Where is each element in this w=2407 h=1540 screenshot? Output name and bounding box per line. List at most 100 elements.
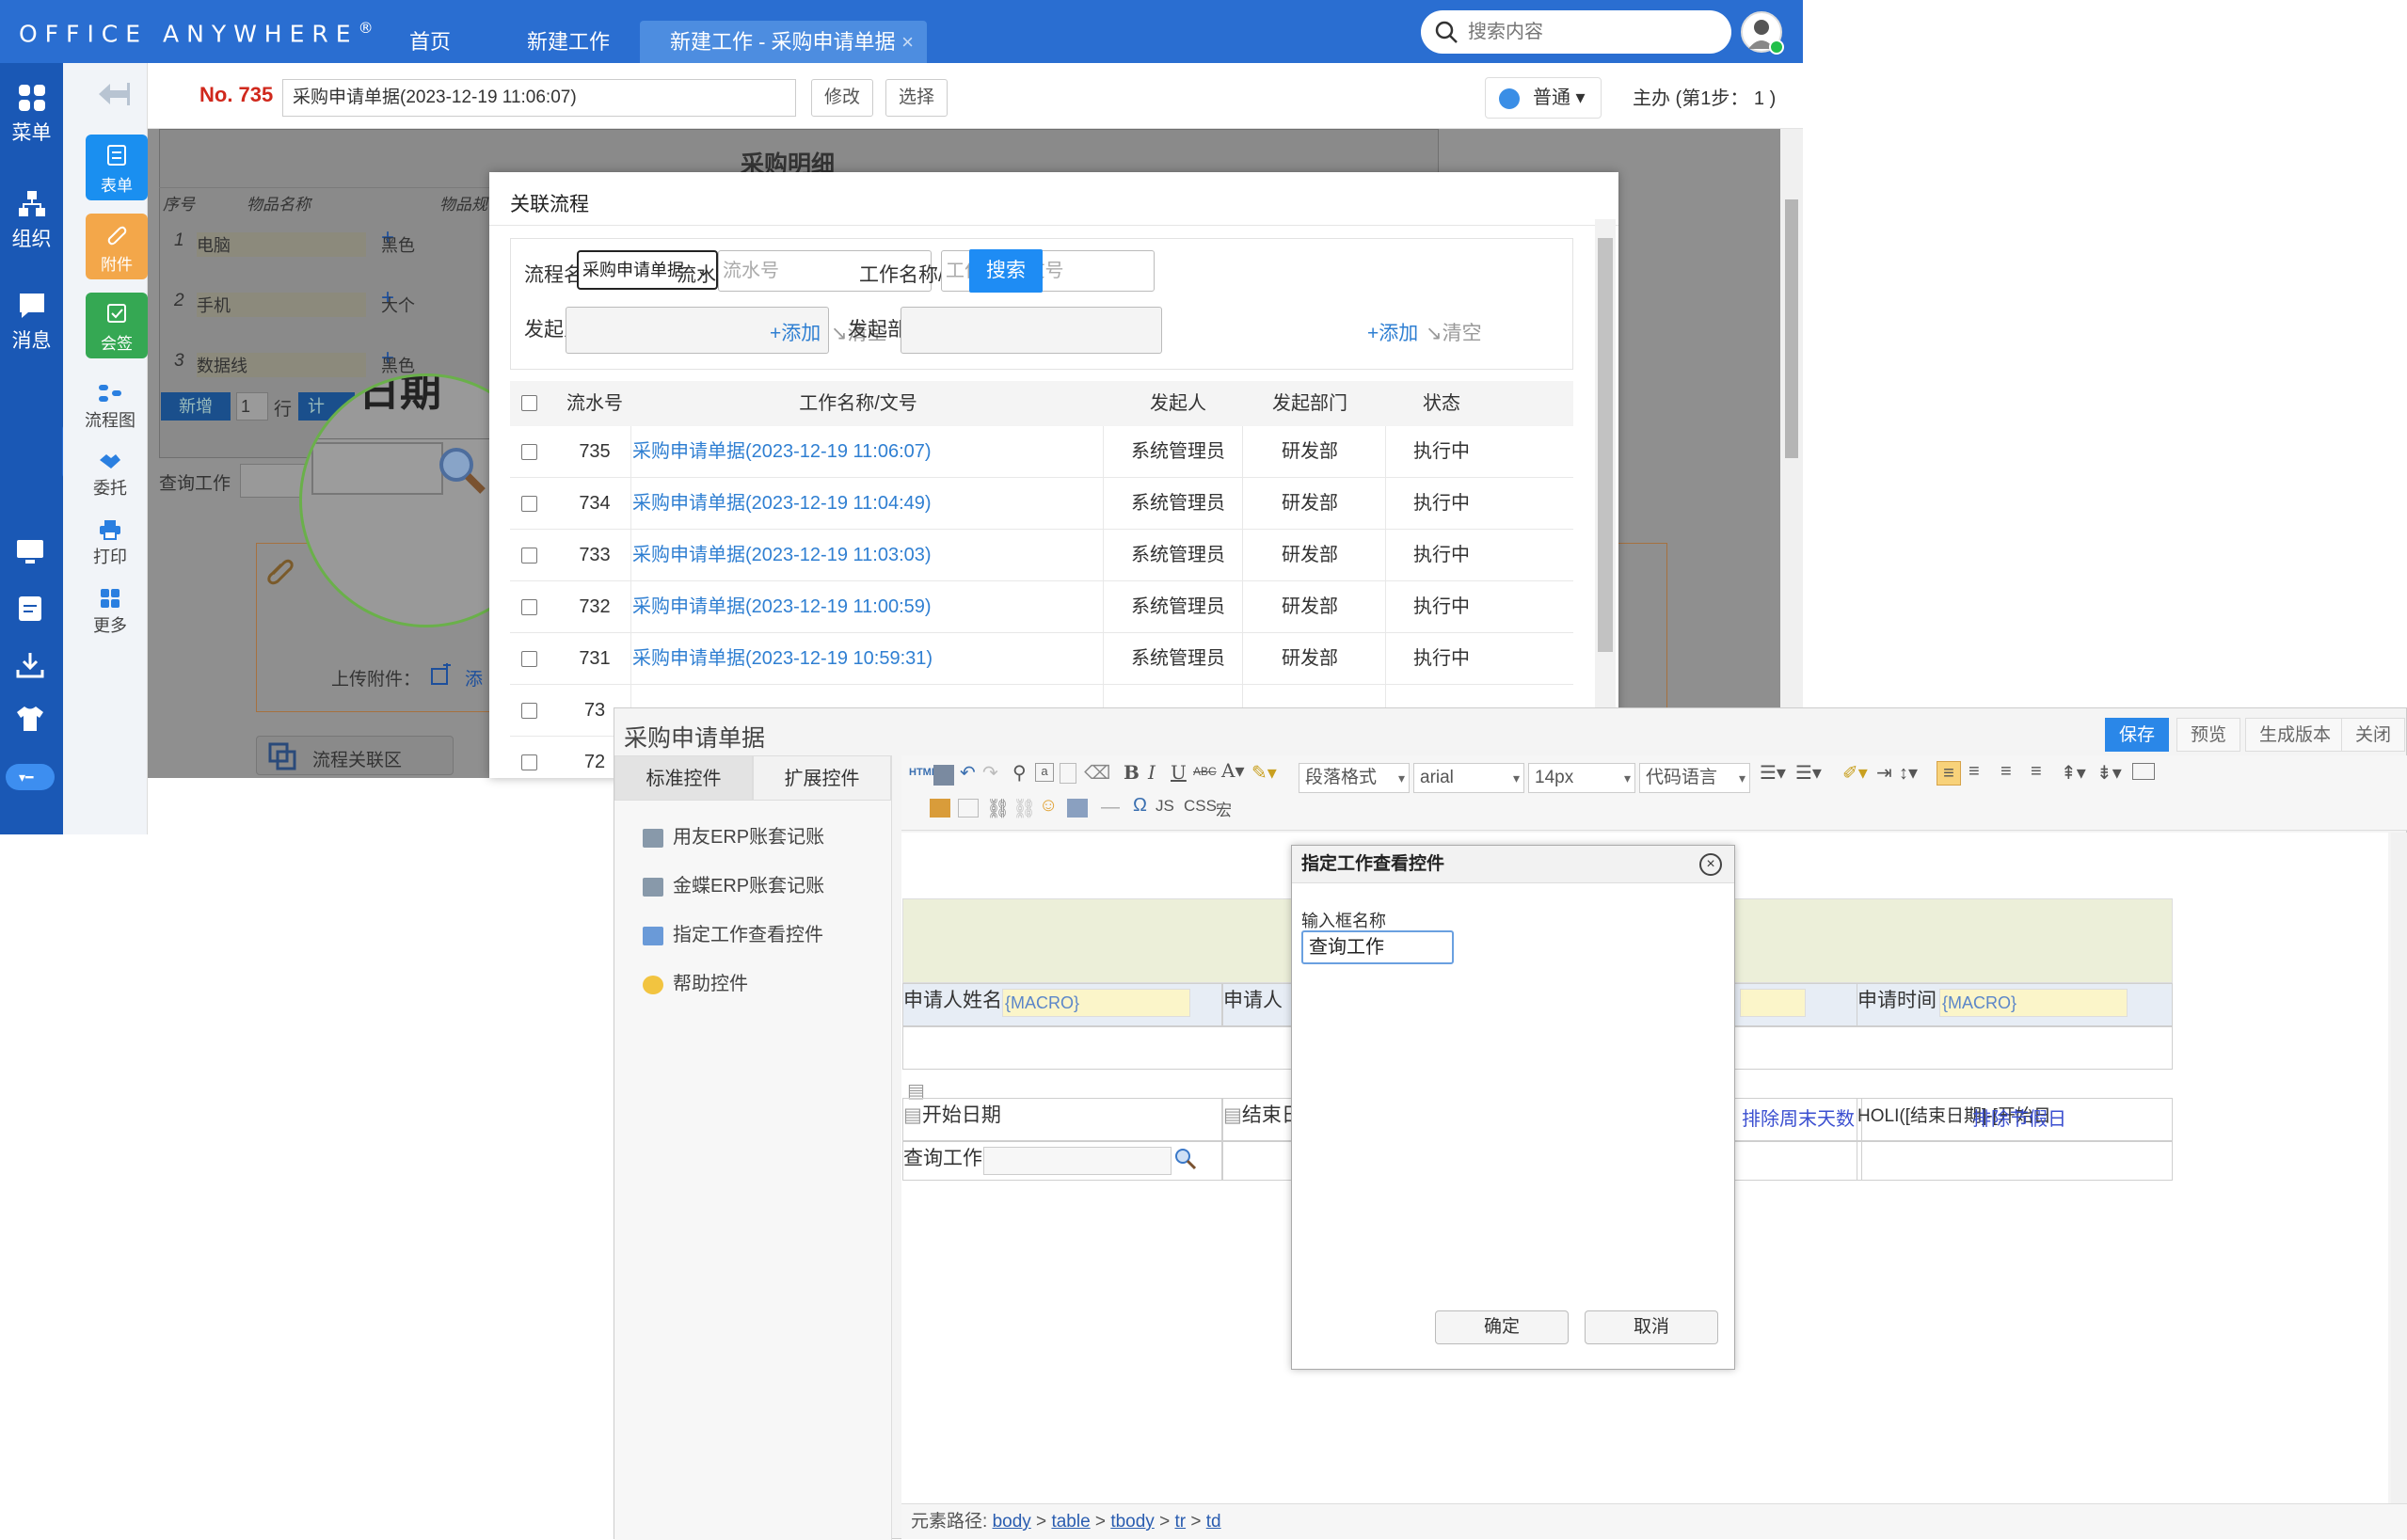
print-item[interactable]: 打印 [72, 519, 148, 568]
font-color-icon[interactable]: A▾ [1221, 759, 1244, 782]
exclude-weekend-field[interactable]: 排除周末天数 [1742, 1103, 1855, 1131]
flowchart-item[interactable]: 流程图 [72, 383, 148, 432]
control-work-view[interactable]: 指定工作查看控件 [643, 919, 823, 946]
link-icon[interactable]: ⛓ [986, 797, 1010, 820]
modal-search-button[interactable]: 搜索 [969, 249, 1043, 293]
dept-clear-link[interactable]: ↘清空 [1426, 318, 1482, 346]
close-button[interactable]: 关闭 [2341, 718, 2406, 752]
strikethrough-icon[interactable]: ABC [1193, 765, 1217, 778]
work-title-field[interactable]: 采购申请单据(2023-12-19 11:06:07) [282, 79, 796, 117]
horizontal-rule-icon[interactable]: — [1101, 797, 1120, 818]
save-icon[interactable] [933, 765, 954, 786]
cell-work-name-link[interactable]: 采购申请单据(2023-12-19 11:04:49) [632, 478, 1084, 530]
row-spacing-top-icon[interactable]: ⇞▾ [2061, 761, 2086, 785]
control-kingdee-erp[interactable]: 金蝶ERP账套记账 [643, 870, 824, 897]
path-td[interactable]: td [1206, 1512, 1221, 1532]
dept-add-link[interactable]: +添加 [1367, 318, 1418, 346]
select-all-checkbox[interactable] [521, 395, 537, 411]
more-item[interactable]: 更多 [72, 588, 148, 637]
font-family-select[interactable]: arial [1413, 763, 1524, 793]
control-help[interactable]: 帮助控件 [643, 968, 748, 995]
search-input[interactable] [1468, 18, 1713, 46]
bold-icon[interactable]: B [1124, 761, 1140, 784]
attachment-button[interactable]: 附件 [86, 214, 148, 279]
preview-button[interactable]: 预览 [2176, 718, 2241, 752]
ordered-list-icon[interactable]: ☰▾ [1760, 761, 1786, 785]
paste-icon[interactable] [1060, 763, 1076, 784]
download-icon[interactable] [15, 651, 45, 679]
search-box[interactable] [1421, 10, 1731, 54]
path-tbody[interactable]: tbody [1110, 1512, 1154, 1532]
cell-work-name-link[interactable]: 采购申请单据(2023-12-19 10:59:31) [632, 633, 1084, 685]
control-yonyou-erp[interactable]: 用友ERP账套记账 [643, 821, 824, 849]
table-row[interactable]: 734 采购申请单据(2023-12-19 11:04:49) 系统管理员 研发部 执行… [510, 478, 1573, 530]
priority-dropdown[interactable]: 普通 ▾ [1485, 77, 1602, 119]
undo-icon[interactable]: ↶ [960, 761, 976, 785]
main-scrollbar[interactable] [1780, 129, 1803, 778]
ok-button[interactable]: 确定 [1435, 1310, 1569, 1344]
select-button[interactable]: 选择 [885, 79, 948, 117]
table-row[interactable]: 735 采购申请单据(2023-12-19 11:06:07) 系统管理员 研发部 执行… [510, 426, 1573, 478]
emoji-icon[interactable]: ☺ [1039, 795, 1058, 817]
find-icon[interactable]: ⚲ [1012, 761, 1027, 785]
countersign-button[interactable]: 会签 [86, 293, 148, 358]
close-icon[interactable]: × [1699, 853, 1722, 876]
tab-extended-controls[interactable]: 扩展控件 [753, 755, 891, 801]
cell-empty[interactable] [1857, 1141, 2173, 1181]
insert-image-icon[interactable] [930, 799, 950, 818]
insert-table-icon[interactable] [958, 799, 979, 818]
query-work-input[interactable] [983, 1147, 1172, 1175]
align-right-icon[interactable]: ≡ [2001, 761, 2012, 783]
path-table[interactable]: table [1051, 1512, 1090, 1532]
text-icon[interactable]: a [1035, 763, 1054, 782]
row-checkbox[interactable] [521, 444, 537, 460]
redo-icon[interactable]: ↷ [982, 761, 998, 785]
tab-active-work[interactable]: 新建工作 - 采购申请单据 × [640, 21, 927, 63]
exclude-holiday-field[interactable]: 排除节假日 [1972, 1103, 2066, 1131]
row-checkbox[interactable] [521, 754, 537, 770]
row-checkbox[interactable] [521, 651, 537, 667]
align-left-icon[interactable]: ≡ [1937, 761, 1961, 786]
editor-scrollbar[interactable] [2391, 833, 2407, 1505]
image-icon[interactable] [2132, 763, 2155, 780]
cancel-button[interactable]: 取消 [1585, 1310, 1718, 1344]
tab-close-icon[interactable]: × [901, 21, 914, 63]
collapse-arrow-icon[interactable] [97, 80, 131, 108]
row-checkbox[interactable] [521, 703, 537, 719]
unordered-list-icon[interactable]: ☰▾ [1795, 761, 1822, 785]
cell-work-name-link[interactable]: 采购申请单据(2023-12-19 11:06:07) [632, 426, 1084, 478]
macro-field[interactable] [1740, 989, 1806, 1017]
table-row[interactable]: 733 采购申请单据(2023-12-19 11:03:03) 系统管理员 研发部 执行… [510, 530, 1573, 581]
table-row[interactable]: 732 采购申请单据(2023-12-19 11:00:59) 系统管理员 研发部 执行… [510, 581, 1573, 633]
shirt-icon[interactable] [15, 705, 45, 733]
font-size-select[interactable]: 14px [1528, 763, 1635, 793]
dept-field[interactable] [901, 307, 1162, 354]
sidebar-item-menu[interactable]: 菜单 [0, 84, 63, 146]
align-center-icon[interactable]: ≡ [1969, 761, 1980, 783]
sidebar-item-message[interactable]: 消息 [0, 292, 63, 354]
eraser-icon[interactable]: ⌫ [1084, 761, 1110, 785]
special-char-icon[interactable]: Ω [1133, 795, 1147, 817]
row-spacing-bottom-icon[interactable]: ⇟▾ [2096, 761, 2122, 785]
row-checkbox[interactable] [521, 496, 537, 512]
table-row[interactable]: 731 采购申请单据(2023-12-19 10:59:31) 系统管理员 研发部 执行… [510, 633, 1573, 685]
path-body[interactable]: body [993, 1512, 1031, 1532]
cell-start-date[interactable]: ▤开始日期 [902, 1098, 1222, 1141]
macro-field[interactable]: {MACRO} [1939, 989, 2128, 1017]
css-icon[interactable]: CSS [1184, 797, 1217, 816]
edit-button[interactable]: 修改 [811, 79, 873, 117]
avatar[interactable] [1741, 11, 1784, 55]
tab-home[interactable]: 首页 [409, 0, 451, 63]
paragraph-format-select[interactable]: 段落格式 [1299, 763, 1410, 793]
format-painter-icon[interactable]: ✐▾ [1842, 761, 1868, 785]
form-button[interactable]: 表单 [86, 135, 148, 200]
input-name-field[interactable]: 查询工作 [1301, 930, 1454, 964]
main-scrollbar-thumb[interactable] [1785, 199, 1798, 458]
row-checkbox[interactable] [521, 548, 537, 564]
monitor-icon[interactable] [15, 538, 45, 566]
row-checkbox[interactable] [521, 599, 537, 615]
cell-work-name-link[interactable]: 采购申请单据(2023-12-19 11:03:03) [632, 530, 1084, 581]
unlink-icon[interactable]: ⛓ [1012, 797, 1036, 820]
italic-icon[interactable]: I [1148, 761, 1156, 784]
line-height-icon[interactable]: ↕▾ [1899, 761, 1918, 785]
